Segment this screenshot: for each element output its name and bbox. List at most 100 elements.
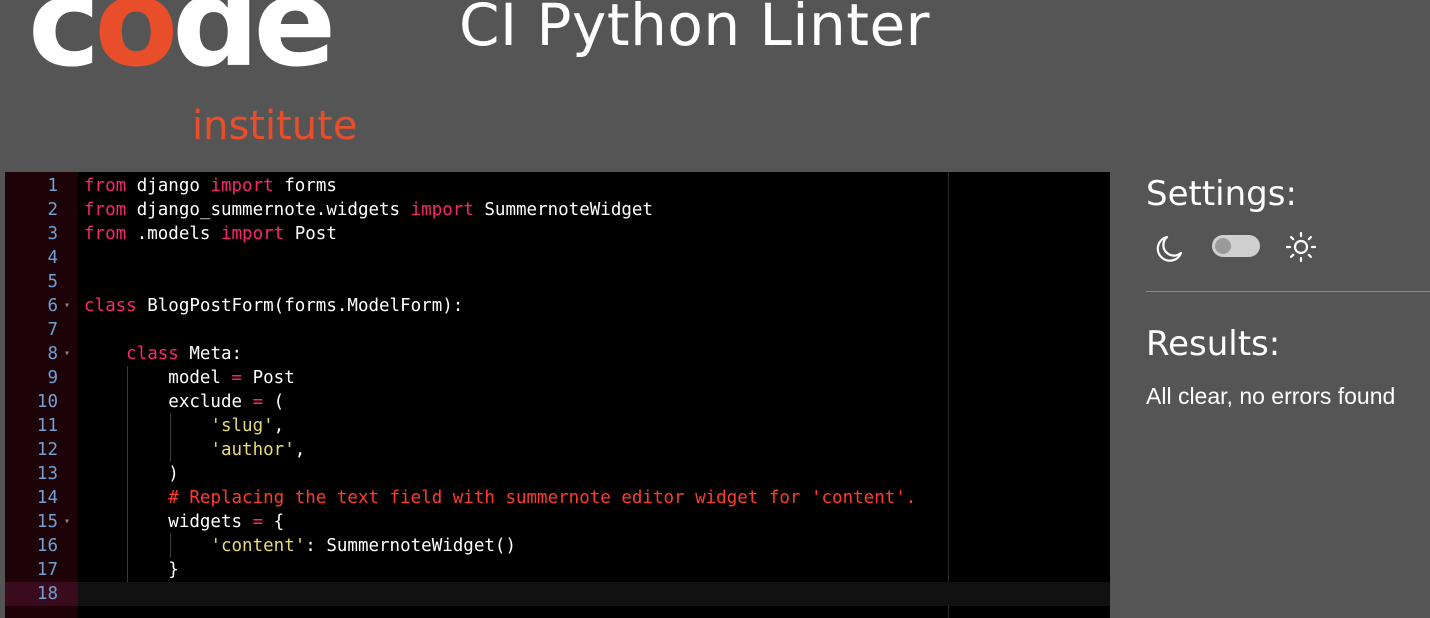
toggle-knob — [1215, 238, 1231, 254]
code-token: widgets — [84, 512, 253, 532]
line-number: 5 — [47, 272, 58, 292]
code-text: 'author', — [84, 438, 305, 462]
code-text: from django import forms — [84, 174, 337, 198]
code-token: ( — [263, 392, 285, 412]
line-number: 18 — [36, 584, 58, 604]
code-text: ) — [84, 462, 179, 486]
code-line[interactable]: 11 'slug', — [5, 414, 1110, 438]
editor-lines[interactable]: 1 from django import forms 2 from django_su… — [5, 174, 1110, 606]
code-line[interactable]: 7 — [5, 318, 1110, 342]
keyword-token: from — [84, 200, 127, 220]
code-line[interactable]: 13 ) — [5, 462, 1110, 486]
settings-title: Settings: — [1146, 174, 1297, 214]
code-line[interactable]: 9 model = Post — [5, 366, 1110, 390]
logo-letter: c — [28, 0, 100, 94]
line-number-cell: 3 — [5, 222, 78, 246]
line-number-cell: 13 — [5, 462, 78, 486]
line-number: 12 — [36, 440, 58, 460]
logo-word: code — [28, 0, 336, 84]
line-number-cell: 9 — [5, 366, 78, 390]
code-token: django_summernote.widgets — [126, 200, 411, 220]
fold-arrow-icon[interactable]: ▾ — [64, 342, 70, 366]
fold-arrow-icon[interactable]: ▾ — [64, 294, 70, 318]
line-number: 2 — [47, 200, 58, 220]
code-text: 'content': SummernoteWidget() — [84, 534, 516, 558]
code-text: class BlogPostForm(forms.ModelForm): — [84, 294, 463, 318]
line-number: 15 — [36, 512, 58, 532]
line-number: 8 — [47, 344, 58, 364]
string-token: 'content' — [210, 536, 306, 556]
line-number-cell: 5 — [5, 270, 78, 294]
keyword-token: class — [84, 296, 137, 316]
operator-token: = — [252, 512, 264, 532]
line-number: 7 — [47, 320, 58, 340]
code-text: class Meta: — [84, 342, 242, 366]
code-line[interactable]: 18 — [5, 582, 1110, 606]
code-line[interactable]: 15 ▾ widgets = { — [5, 510, 1110, 534]
code-line[interactable]: 6 ▾ class BlogPostForm(forms.ModelForm): — [5, 294, 1110, 318]
line-number: 11 — [36, 416, 58, 436]
code-token: .models — [126, 224, 221, 244]
code-line[interactable]: 8 ▾ class Meta: — [5, 342, 1110, 366]
code-text: } — [84, 558, 179, 582]
line-number-cell: 10 — [5, 390, 78, 414]
line-number-cell: 7 — [5, 318, 78, 342]
moon-icon[interactable] — [1152, 232, 1186, 266]
code-line[interactable]: 10 exclude = ( — [5, 390, 1110, 414]
operator-token: = — [252, 392, 264, 412]
keyword-token: import — [220, 224, 285, 244]
code-line[interactable]: 12 'author', — [5, 438, 1110, 462]
logo-letter: d — [172, 0, 259, 94]
line-number-cell: 2 — [5, 198, 78, 222]
operator-token: = — [231, 368, 243, 388]
line-number-cell: 1 — [5, 174, 78, 198]
code-text: model = Post — [84, 366, 294, 390]
theme-toggle[interactable] — [1212, 235, 1260, 257]
line-number-cell: 17 — [5, 558, 78, 582]
results-message: All clear, no errors found — [1146, 383, 1396, 409]
line-number: 1 — [47, 176, 58, 196]
string-token: 'slug' — [210, 416, 274, 436]
code-token: forms — [273, 176, 337, 196]
code-token: SummernoteWidget — [473, 200, 653, 220]
code-line[interactable]: 14 # Replacing the text field with summe… — [5, 486, 1110, 510]
code-token: : SummernoteWidget() — [305, 536, 516, 556]
fold-arrow-icon[interactable]: ▾ — [64, 510, 70, 534]
keyword-token: import — [410, 200, 474, 220]
code-line[interactable]: 2 from django_summernote.widgets import S… — [5, 198, 1110, 222]
code-text: # Replacing the text field with summerno… — [84, 486, 916, 510]
line-number: 6 — [47, 296, 58, 316]
code-line[interactable]: 1 from django import forms — [5, 174, 1110, 198]
code-line[interactable]: 4 — [5, 246, 1110, 270]
code-line[interactable]: 5 — [5, 270, 1110, 294]
page-title: CI Python Linter — [459, 0, 930, 59]
code-text: from .models import Post — [84, 222, 337, 246]
line-number: 14 — [36, 488, 58, 508]
line-number-cell: 16 — [5, 534, 78, 558]
sun-icon[interactable] — [1284, 230, 1318, 264]
line-number: 3 — [47, 224, 58, 244]
line-number-cell: 12 — [5, 438, 78, 462]
line-number-cell: 18 — [5, 582, 78, 606]
line-number: 16 — [36, 536, 58, 556]
code-editor[interactable]: 1 from django import forms 2 from django_su… — [5, 172, 1110, 618]
code-token: BlogPostForm(forms.ModelForm): — [136, 296, 464, 316]
line-number-cell: 11 — [5, 414, 78, 438]
keyword-token: import — [210, 176, 274, 196]
code-line[interactable]: 3 from .models import Post — [5, 222, 1110, 246]
keyword-token: from — [84, 224, 127, 244]
line-number-cell: 4 — [5, 246, 78, 270]
code-line[interactable]: 16 'content': SummernoteWidget() — [5, 534, 1110, 558]
code-token: django — [126, 176, 211, 196]
line-number-cell: 14 — [5, 486, 78, 510]
line-number-cell: 6 ▾ — [5, 294, 78, 318]
keyword-token: class — [126, 344, 179, 364]
line-number-cell: 15 ▾ — [5, 510, 78, 534]
keyword-token: from — [84, 176, 127, 196]
code-line[interactable]: 17 } — [5, 558, 1110, 582]
code-token: exclude — [84, 392, 253, 412]
